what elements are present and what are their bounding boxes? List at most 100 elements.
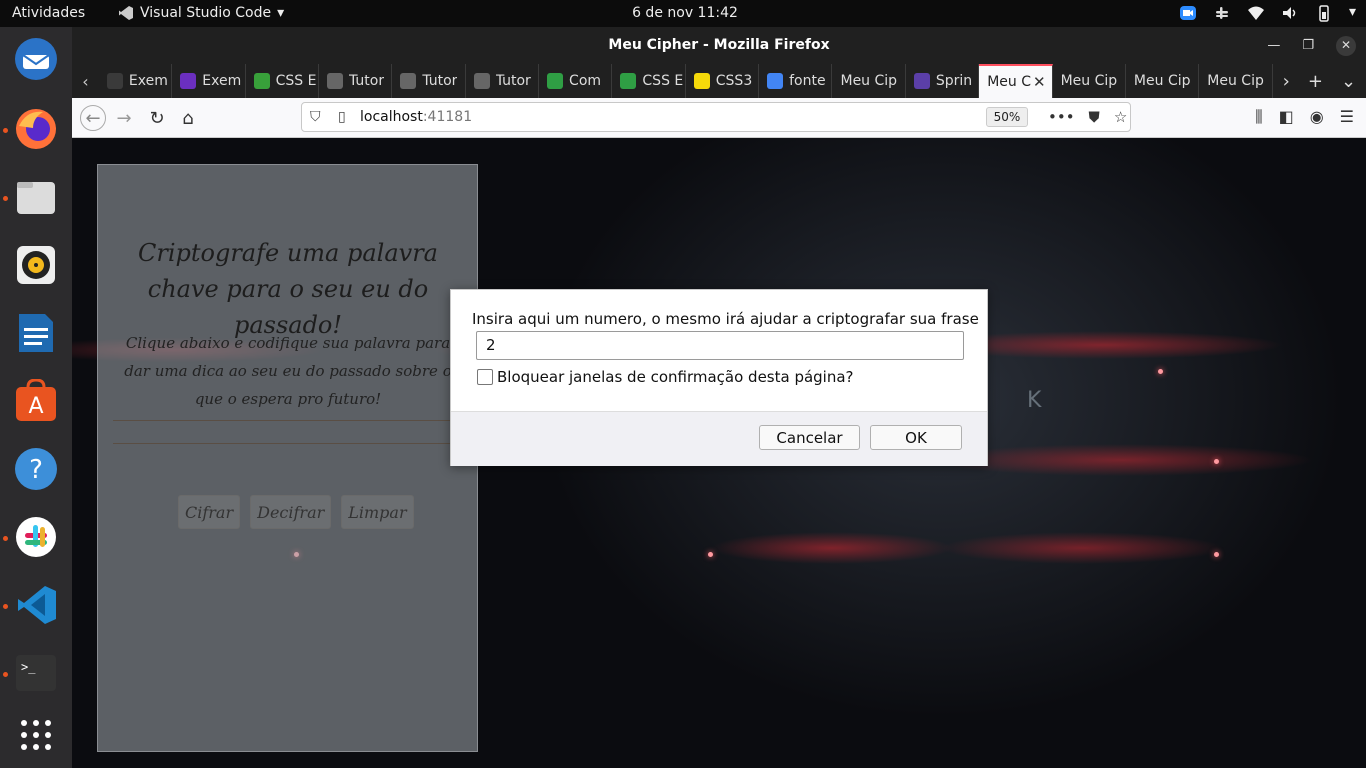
running-indicator: [3, 196, 8, 201]
tab-label: Tutor: [422, 73, 458, 89]
browser-tab[interactable]: Com: [539, 64, 613, 98]
running-indicator: [3, 128, 8, 133]
close-tab-icon[interactable]: ✕: [1033, 73, 1046, 91]
browser-tab[interactable]: CSS3: [686, 64, 760, 98]
slack-tray-icon[interactable]: [1213, 4, 1231, 22]
zoom-app-icon[interactable]: [1179, 4, 1197, 22]
browser-tab[interactable]: Exem: [99, 64, 173, 98]
browser-tab[interactable]: Exem: [172, 64, 246, 98]
glow-particle: [708, 552, 713, 557]
system-menu-chevron-icon[interactable]: ▾: [1349, 4, 1356, 22]
wifi-icon[interactable]: [1247, 4, 1265, 22]
page-actions-icon[interactable]: •••: [1048, 108, 1075, 126]
new-tab-icon[interactable]: +: [1308, 71, 1323, 92]
close-window-icon[interactable]: ✕: [1336, 35, 1356, 56]
rhythmbox-icon[interactable]: [12, 241, 60, 289]
help-icon[interactable]: ?: [12, 445, 60, 493]
dialog-footer: Cancelar OK: [451, 411, 987, 466]
browser-tab[interactable]: Sprin: [906, 64, 980, 98]
firefox-icon[interactable]: [12, 105, 60, 153]
tab-favicon-icon: [473, 73, 490, 89]
files-icon[interactable]: [12, 173, 60, 221]
tab-label: Meu Cip: [840, 73, 898, 89]
reload-icon[interactable]: ↻: [145, 106, 169, 130]
back-icon[interactable]: ←: [80, 105, 106, 131]
list-all-tabs-icon[interactable]: ⌄: [1341, 71, 1356, 92]
browser-tab[interactable]: CSS E: [612, 64, 686, 98]
url-port: :41181: [422, 109, 473, 125]
software-icon[interactable]: A: [12, 377, 60, 425]
menu-icon[interactable]: ☰: [1340, 107, 1354, 127]
page-info-icon[interactable]: ▯: [338, 109, 346, 125]
tracking-shield-icon[interactable]: ⛉: [310, 109, 321, 125]
tab-favicon-icon: [326, 73, 343, 89]
svg-text:?: ?: [29, 455, 43, 485]
browser-tab[interactable]: fonte: [759, 64, 833, 98]
volume-icon[interactable]: [1281, 4, 1299, 22]
zoom-indicator[interactable]: 50%: [986, 107, 1028, 127]
window-title: Meu Cipher - Mozilla Firefox: [608, 37, 830, 53]
browser-tab[interactable]: Meu Cip: [1199, 64, 1273, 98]
browser-tab[interactable]: Tutor: [319, 64, 393, 98]
battery-icon[interactable]: [1315, 4, 1333, 22]
tab-favicon-icon: [180, 73, 197, 89]
cancel-button[interactable]: Cancelar: [759, 425, 860, 450]
maximize-icon[interactable]: ❐: [1302, 27, 1314, 64]
browser-tab[interactable]: Tutor: [392, 64, 466, 98]
svg-text:A: A: [28, 394, 43, 419]
encrypt-button[interactable]: Cifrar: [178, 495, 241, 529]
clock[interactable]: 6 de nov 11:42: [0, 5, 1366, 21]
tab-label: fonte: [789, 73, 826, 89]
svg-text:>_: >_: [21, 660, 36, 674]
window-controls: — ❐ ✕: [1267, 27, 1356, 64]
checkbox[interactable]: [477, 369, 493, 385]
page-heading: Criptografe uma palavra chave para o seu…: [138, 239, 438, 339]
library-icon[interactable]: ⫼: [1255, 107, 1262, 127]
slack-icon[interactable]: [12, 513, 60, 561]
scroll-tabs-right-icon[interactable]: ›: [1283, 71, 1290, 92]
ok-button[interactable]: OK: [870, 425, 962, 450]
browser-tab[interactable]: Tutor: [466, 64, 540, 98]
forward-icon[interactable]: →: [112, 106, 136, 130]
browser-tab[interactable]: Meu Cip: [1053, 64, 1126, 98]
tab-strip-actions: › + ⌄: [1273, 64, 1366, 98]
clear-button[interactable]: Limpar: [341, 495, 414, 529]
browser-tab[interactable]: Meu C ✕: [979, 64, 1053, 98]
tab-label: Exem: [128, 73, 168, 89]
system-tray[interactable]: ▾: [1179, 4, 1356, 22]
tab-label: Sprin: [935, 73, 973, 89]
prompt-input[interactable]: 2: [476, 331, 964, 360]
tab-label: CSS E: [275, 73, 317, 89]
block-dialogs-checkbox[interactable]: Bloquear janelas de confirmação desta pá…: [477, 368, 854, 386]
word-input-area[interactable]: [113, 420, 479, 444]
tab-label: CSS3: [715, 73, 753, 89]
tab-favicon-icon: [693, 73, 710, 89]
home-icon[interactable]: ⌂: [176, 106, 200, 130]
tab-label: Com: [569, 73, 602, 89]
thunderbird-icon[interactable]: [12, 35, 60, 83]
apps-grid-icon[interactable]: [12, 711, 60, 759]
bookmark-star-icon[interactable]: ☆: [1114, 108, 1127, 126]
account-icon[interactable]: ◉: [1310, 107, 1324, 127]
url-text[interactable]: localhost:41181: [360, 109, 472, 125]
tab-label: Meu Cip: [1060, 73, 1118, 89]
dialog-message: Insira aqui um numero, o mesmo irá ajuda…: [472, 310, 979, 328]
scroll-tabs-left-icon[interactable]: ‹: [72, 64, 99, 98]
pocket-icon[interactable]: ⛊: [1089, 108, 1100, 126]
terminal-icon[interactable]: >_: [12, 649, 60, 697]
decrypt-button[interactable]: Decifrar: [250, 495, 332, 529]
tab-favicon-icon: [253, 73, 270, 89]
sidebar-icon[interactable]: ◧: [1279, 107, 1294, 127]
browser-tab[interactable]: CSS E: [246, 64, 319, 98]
writer-icon[interactable]: [12, 309, 60, 357]
checkbox-label: Bloquear janelas de confirmação desta pá…: [497, 368, 854, 386]
tab-label: CSS E: [642, 73, 684, 89]
minimize-icon[interactable]: —: [1267, 27, 1280, 64]
vscode-icon[interactable]: [12, 581, 60, 629]
tab-favicon-icon: [547, 73, 564, 89]
navigation-toolbar: ← → ↻ ⌂ ⛉ ▯ localhost:41181 50% ••• ⛊ ☆ …: [72, 98, 1366, 138]
browser-tab[interactable]: Meu Cip: [1126, 64, 1200, 98]
browser-tab[interactable]: Meu Cip: [832, 64, 906, 98]
url-bar[interactable]: ⛉ ▯ localhost:41181 50% ••• ⛊ ☆: [301, 102, 1131, 132]
window-titlebar[interactable]: Meu Cipher - Mozilla Firefox — ❐ ✕: [72, 27, 1366, 64]
